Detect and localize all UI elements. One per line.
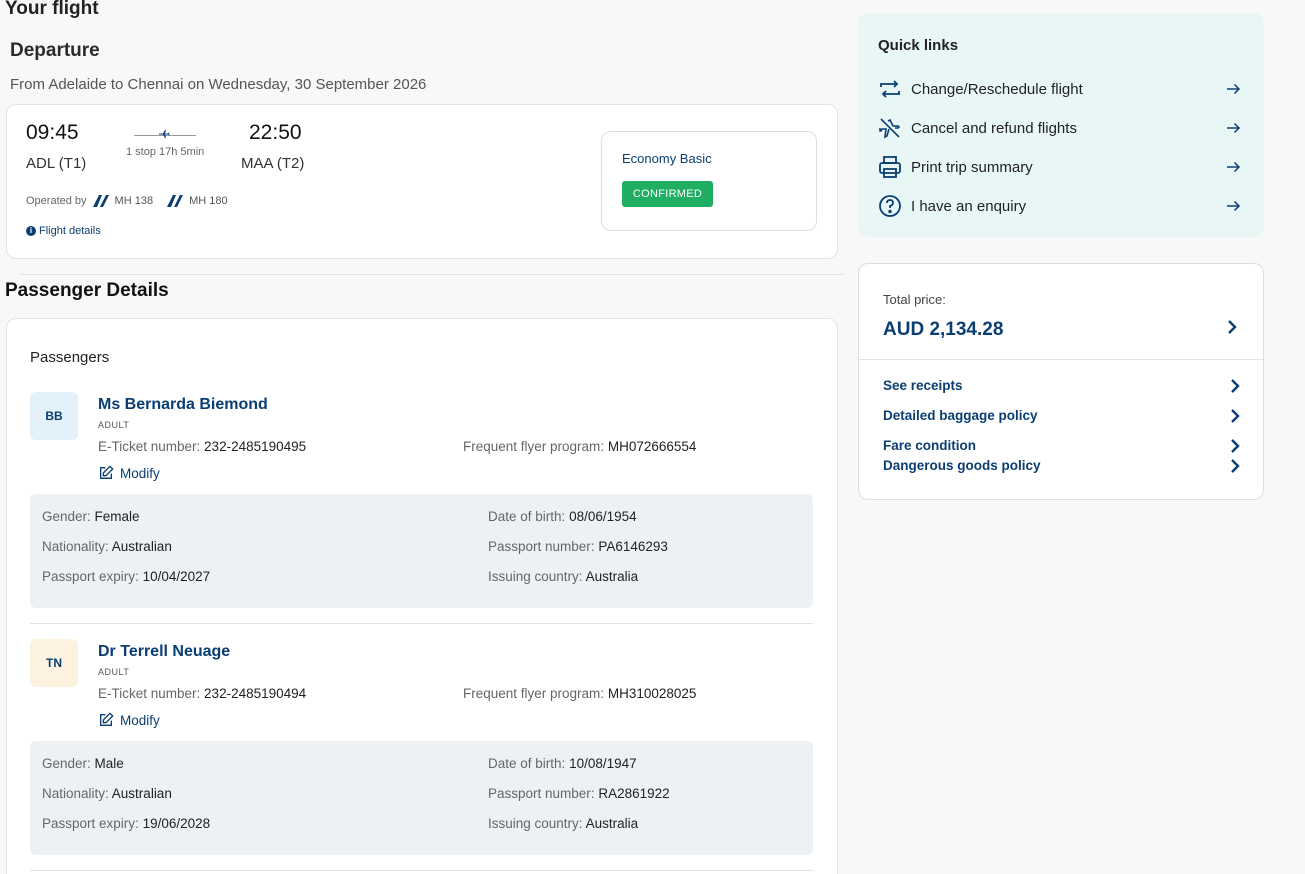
status-badge: CONFIRMED: [622, 181, 713, 207]
gender: Gender: Female: [42, 509, 140, 524]
passenger-name: Ms Bernarda Biemond: [98, 396, 268, 413]
arrival-airport: MAA (T2): [241, 155, 305, 172]
passport-number: Passport number: PA6146293: [488, 539, 668, 554]
price-divider: [859, 359, 1263, 360]
departure-time: 09:45: [26, 121, 79, 144]
flight-number: MH 138: [114, 195, 154, 207]
departure-title: Departure: [10, 40, 100, 61]
link-label: See receipts: [883, 378, 963, 393]
issuing-country: Issuing country: Australia: [488, 569, 639, 584]
arrow-right-icon: [1227, 200, 1241, 212]
modify-label: Modify: [120, 465, 160, 481]
quick-link-label: Change/Reschedule flight: [911, 80, 1083, 98]
eticket-number: E-Ticket number: 232-2485190494: [98, 686, 307, 701]
fare-condition-link[interactable]: Fare condition: [883, 438, 1241, 453]
passport-expiry: Passport expiry: 19/06/2028: [42, 816, 211, 831]
question-icon: [879, 195, 901, 217]
link-label: Fare condition: [883, 438, 977, 453]
total-price-label: Total price:: [883, 292, 946, 307]
quick-link-label: I have an enquiry: [911, 197, 1027, 215]
edit-icon: [100, 712, 114, 726]
fare-name: Economy Basic: [622, 151, 712, 166]
passenger-details-title: Passenger Details: [5, 280, 169, 301]
modify-label: Modify: [120, 712, 160, 728]
passport-number: Passport number: RA2861922: [488, 786, 670, 801]
frequent-flyer: Frequent flyer program: MH310028025: [463, 686, 697, 701]
passenger-separator: [30, 623, 813, 624]
airline-logo-icon: [91, 194, 111, 208]
quick-link-change-flight[interactable]: Change/Reschedule flight: [878, 76, 1242, 102]
chevron-right-icon: [1231, 458, 1240, 473]
frequent-flyer: Frequent flyer program: MH072666554: [463, 439, 697, 454]
info-icon: i: [26, 226, 36, 236]
avatar: BB: [30, 392, 78, 440]
airline-logo-icon: [165, 194, 185, 208]
modify-button[interactable]: Modify: [98, 712, 160, 728]
passport-expiry: Passport expiry: 10/04/2027: [42, 569, 211, 584]
arrow-right-icon: [1227, 83, 1241, 95]
quick-link-enquiry[interactable]: I have an enquiry: [878, 193, 1242, 219]
edit-icon: [100, 465, 114, 479]
page-title: Your flight: [5, 0, 99, 19]
passenger-separator: [30, 870, 813, 871]
quick-link-print-summary[interactable]: Print trip summary: [878, 154, 1242, 180]
price-expand-chevron-icon[interactable]: [1226, 319, 1238, 340]
quick-link-cancel-refund[interactable]: Cancel and refund flights: [878, 115, 1242, 141]
chevron-right-icon: [1231, 438, 1240, 453]
stops-duration: 1 stop 17h 5min: [126, 146, 205, 158]
flight-details-link[interactable]: i Flight details: [26, 225, 101, 237]
swap-icon: [880, 80, 900, 98]
quick-link-label: Cancel and refund flights: [911, 119, 1077, 137]
passengers-subtitle: Passengers: [30, 349, 110, 366]
modify-button[interactable]: Modify: [98, 465, 160, 481]
nationality: Nationality: Australian: [42, 539, 172, 554]
printer-icon: [879, 156, 901, 178]
see-receipts-link[interactable]: See receipts: [883, 378, 1241, 393]
nationality: Nationality: Australian: [42, 786, 172, 801]
arrow-right-icon: [1227, 161, 1241, 173]
date-of-birth: Date of birth: 08/06/1954: [488, 509, 637, 524]
departure-airport: ADL (T1): [26, 155, 87, 172]
issuing-country: Issuing country: Australia: [488, 816, 639, 831]
link-label: Dangerous goods policy: [883, 458, 1041, 473]
quick-links-title: Quick links: [878, 37, 959, 54]
chevron-right-icon: [1231, 408, 1240, 423]
arrow-right-icon: [1227, 122, 1241, 134]
chevron-right-icon: [1231, 378, 1240, 393]
no-flight-icon: [879, 118, 900, 139]
divider: [20, 274, 844, 275]
quick-link-label: Print trip summary: [911, 158, 1033, 176]
passenger-type: ADULT: [98, 420, 130, 430]
dangerous-goods-link[interactable]: Dangerous goods policy: [883, 458, 1241, 473]
passenger-name: Dr Terrell Neuage: [98, 643, 231, 660]
gender: Gender: Male: [42, 756, 124, 771]
date-of-birth: Date of birth: 10/08/1947: [488, 756, 637, 771]
departure-subtitle: From Adelaide to Chennai on Wednesday, 3…: [10, 76, 427, 93]
link-label: Detailed baggage policy: [883, 408, 1038, 423]
arrival-time: 22:50: [249, 121, 302, 144]
operated-label: Operated by: [26, 195, 87, 207]
avatar: TN: [30, 639, 78, 687]
passenger-type: ADULT: [98, 667, 130, 677]
eticket-number: E-Ticket number: 232-2485190495: [98, 439, 307, 454]
total-price-value: AUD 2,134.28: [883, 319, 1004, 340]
plane-icon: [158, 128, 170, 143]
flight-number: MH 180: [189, 195, 228, 207]
flight-details-label: Flight details: [39, 225, 101, 237]
baggage-policy-link[interactable]: Detailed baggage policy: [883, 408, 1241, 423]
operated-by: Operated by MH 138 MH 180: [26, 194, 236, 208]
